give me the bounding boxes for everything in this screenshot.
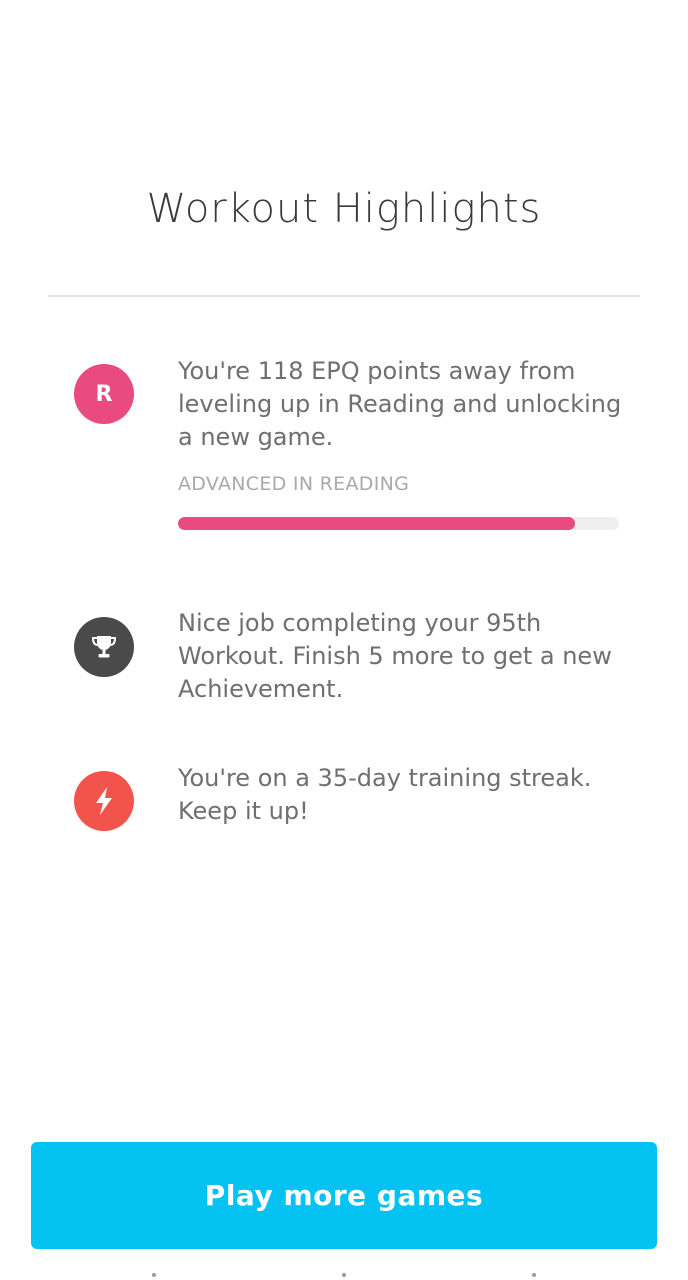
- reading-letter-icon: R: [74, 364, 134, 424]
- lightning-glyph: [96, 787, 112, 815]
- page-title: Workout Highlights: [146, 186, 542, 232]
- highlight-text: You're 118 EPQ points away from leveling…: [178, 357, 622, 451]
- workout-highlights-screen: Workout Highlights R You're 118 EPQ poin…: [0, 0, 688, 1280]
- level-label: ADVANCED IN READING: [178, 473, 410, 495]
- trophy-icon: [74, 617, 134, 677]
- nav-indicator: [152, 1273, 156, 1277]
- highlight-text: You're on a 35-day training streak. Keep…: [178, 764, 592, 825]
- divider: [48, 295, 640, 297]
- progress-bar: [178, 517, 619, 530]
- play-more-games-button[interactable]: Play more games: [31, 1142, 657, 1249]
- nav-indicator: [342, 1273, 346, 1277]
- lightning-bolt-icon: [74, 771, 134, 831]
- highlight-text: Nice job completing your 95th Workout. F…: [178, 609, 612, 703]
- trophy-glyph: [91, 636, 117, 658]
- bottom-nav-indicators: [0, 1273, 688, 1279]
- reading-letter: R: [95, 381, 113, 407]
- progress-fill: [178, 517, 575, 530]
- nav-indicator: [532, 1273, 536, 1277]
